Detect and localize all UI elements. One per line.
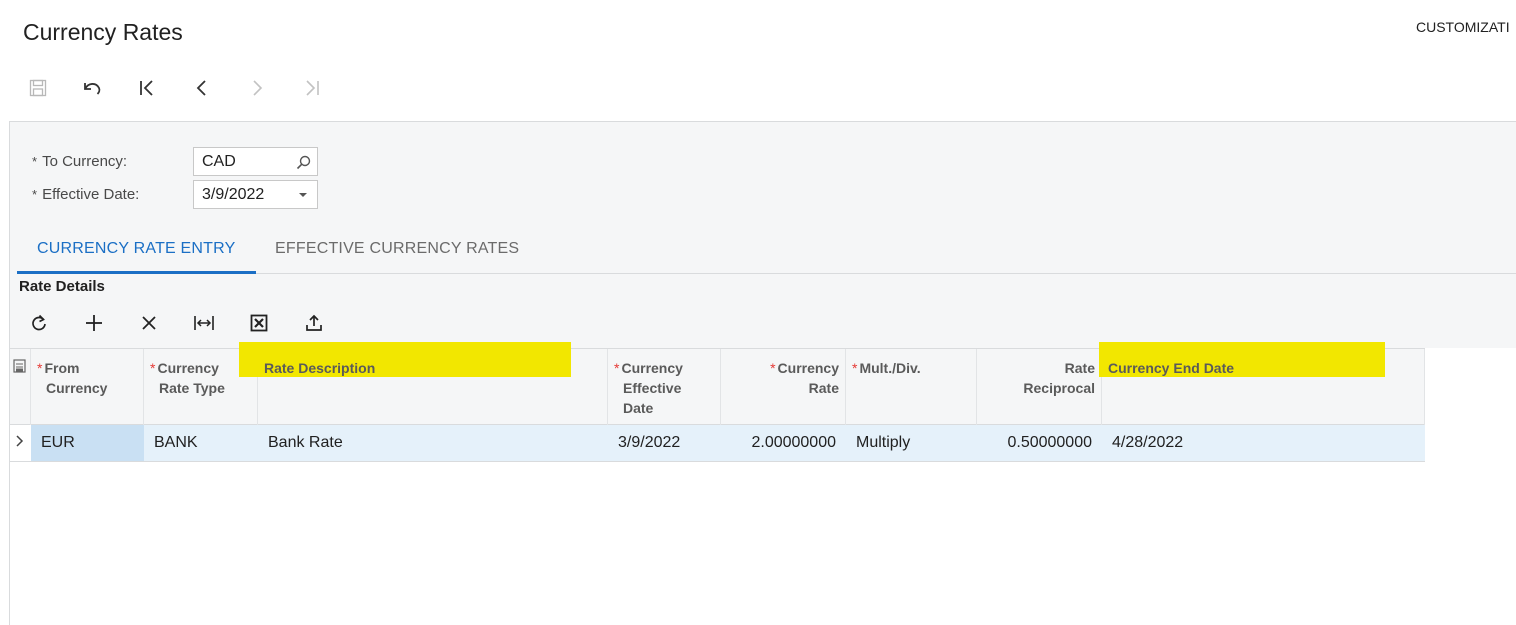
tab-bar: CURRENCY RATE ENTRY EFFECTIVE CURRENCY R… [17,232,1516,274]
chevron-right-icon [15,434,24,453]
column-header-rate-description[interactable]: Rate Description [239,342,608,425]
search-icon[interactable] [295,154,311,170]
save-button[interactable] [22,72,54,104]
cell-rate-type[interactable]: BANK [144,425,258,461]
to-currency-row: * To Currency: CAD [32,147,318,176]
row-expand-toggle[interactable] [10,425,31,461]
header-text: Currency End Date [1108,360,1235,376]
undo-icon [81,79,103,97]
tab-effective-currency-rates[interactable]: EFFECTIVE CURRENCY RATES [255,232,539,274]
effective-date-label: Effective Date: [42,185,140,203]
cell-mult-div[interactable]: Multiply [846,425,977,461]
refresh-button[interactable] [24,310,54,340]
save-icon [29,79,47,97]
tab-currency-rate-entry[interactable]: CURRENCY RATE ENTRY [17,232,256,274]
header-text: Currency [777,360,839,376]
column-header-rate-reciprocal[interactable]: Rate Reciprocal [977,349,1102,425]
header-text: Rate Description [264,360,376,376]
header-text: Date [623,400,654,416]
refresh-icon [30,314,48,337]
effective-date-row: * Effective Date: 3/9/2022 [32,180,318,209]
header-text: Rate Type [159,380,225,396]
cell-from-currency[interactable]: EUR [31,425,144,461]
effective-date-field[interactable]: 3/9/2022 [193,180,318,209]
header-text: Reciprocal [1023,380,1095,396]
undo-button[interactable] [76,72,108,104]
cell-rate-description[interactable]: Bank Rate [258,425,608,461]
last-record-button[interactable] [296,72,328,104]
page-title: Currency Rates [23,19,183,45]
cell-currency-rate[interactable]: 2.00000000 [721,425,846,461]
to-currency-label: To Currency: [42,152,128,170]
upload-icon [305,314,323,337]
header-text: Effective [623,380,682,396]
delete-icon [141,315,157,336]
table-row[interactable]: EUR BANK Bank Rate 3/9/2022 2.00000000 M… [10,425,1425,462]
last-record-icon [303,79,321,97]
file-icon [13,359,26,376]
required-marker: * [770,360,776,376]
header-text: Rate [808,380,839,396]
header-text: Rate [1064,360,1095,376]
customization-menu[interactable]: CUSTOMIZATI [1416,19,1510,35]
header-text: Currency [157,360,219,376]
grid-header: * From Currency * Currency Rate Type Rate … [10,342,1425,425]
required-marker: * [37,360,43,376]
cell-end-date[interactable]: 4/28/2022 [1102,425,1425,461]
required-marker: * [614,360,620,376]
effective-date-value: 3/9/2022 [202,185,265,203]
main-panel: * To Currency: CAD * Effective Date: 3/9… [9,121,1516,625]
required-marker: * [150,360,156,376]
header-text: From [44,360,80,376]
to-currency-field[interactable]: CAD [193,147,318,176]
column-header-currency-rate[interactable]: * Currency Rate [721,349,846,425]
header-text: Currency [46,380,108,396]
chevron-right-icon [248,79,266,97]
column-header-end-date[interactable]: Currency End Date [1099,342,1425,425]
required-marker: * [32,153,38,169]
header-text: Mult./Div. [859,360,921,376]
export-excel-button[interactable] [244,310,274,340]
required-marker: * [32,186,38,202]
rate-details-grid: * From Currency * Currency Rate Type Rate … [10,342,1425,462]
previous-record-button[interactable] [186,72,218,104]
caret-down-icon[interactable] [295,187,311,203]
chevron-left-icon [193,79,211,97]
excel-export-icon [250,314,268,337]
cell-rate-reciprocal[interactable]: 0.50000000 [977,425,1102,461]
add-icon [85,314,103,337]
first-record-button[interactable] [131,72,163,104]
fit-columns-icon [193,315,215,336]
row-selector-header[interactable] [10,349,31,425]
upload-button[interactable] [299,310,329,340]
column-header-mult-div[interactable]: * Mult./Div. [846,349,977,425]
first-record-icon [138,79,156,97]
next-record-button[interactable] [241,72,273,104]
header-text: Currency [621,360,683,376]
add-row-button[interactable] [79,310,109,340]
to-currency-value: CAD [202,152,236,170]
fit-columns-button[interactable] [189,310,219,340]
cell-effective-date[interactable]: 3/9/2022 [608,425,721,461]
section-title: Rate Details [19,278,105,295]
required-marker: * [852,360,858,376]
column-header-from-currency[interactable]: * From Currency [31,349,144,425]
column-header-effective-date[interactable]: * Currency Effective Date [608,349,721,425]
delete-row-button[interactable] [134,310,164,340]
